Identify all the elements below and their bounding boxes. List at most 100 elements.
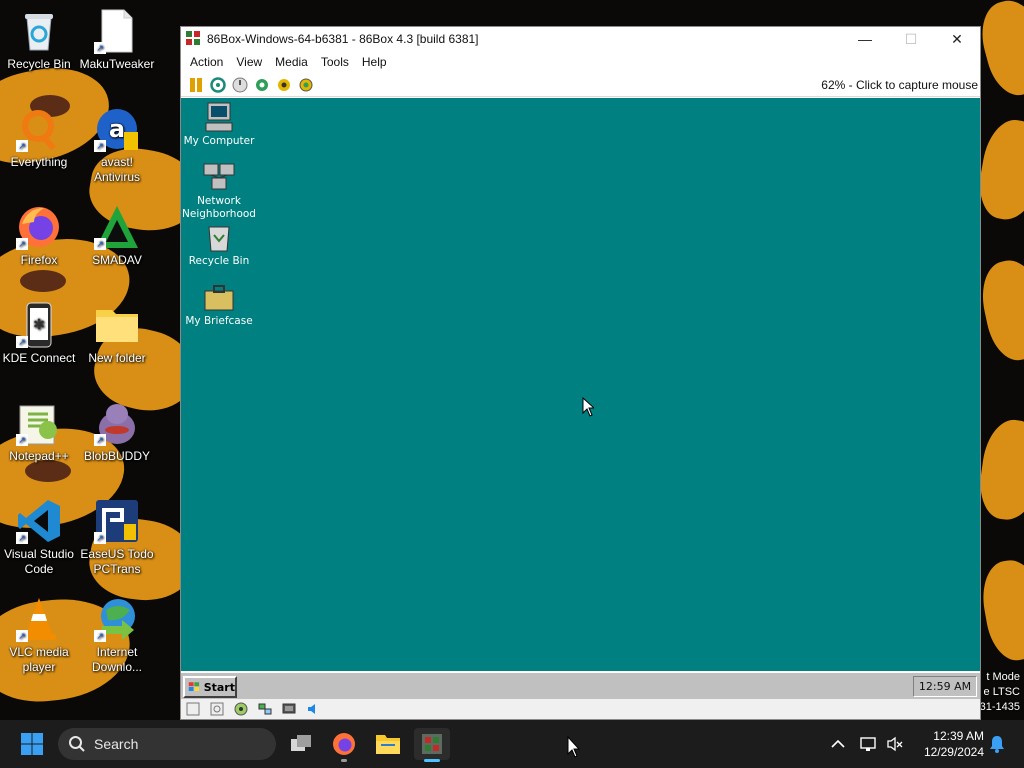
svg-text:a: a: [109, 115, 125, 143]
mouse-cursor-icon: [567, 736, 581, 758]
desktop-icon-label: VLC media player: [9, 645, 69, 674]
desktop-icon-notepad-plus-plus[interactable]: ↗ Notepad++: [0, 400, 78, 464]
win98-icon-network-neighborhood[interactable]: Network Neighborhood: [181, 161, 257, 221]
desktop-icon-recycle-bin[interactable]: Recycle Bin: [0, 8, 78, 72]
document-icon: ↗: [94, 8, 140, 54]
desktop-icon-label: Everything: [10, 155, 68, 169]
shortcut-arrow-icon: ↗: [94, 42, 106, 54]
win98-icon-label: Recycle Bin: [188, 255, 250, 267]
search-icon: [69, 736, 85, 752]
hard-disk-activity-icon[interactable]: [233, 702, 248, 717]
maximize-button: ☐: [888, 27, 934, 51]
desktop-icon-makutweaker[interactable]: ↗ MakuTweaker: [78, 8, 156, 72]
settings-button[interactable]: [297, 76, 314, 93]
taskbar-86box-button[interactable]: [414, 728, 450, 762]
start-label: Start: [203, 680, 235, 694]
cdrom-drive-icon[interactable]: [209, 702, 224, 717]
win98-icon-label: Network Neighborhood: [182, 195, 256, 220]
volume-muted-button[interactable]: [884, 728, 906, 760]
desktop-icon-firefox[interactable]: ↗ Firefox: [0, 204, 78, 268]
shortcut-arrow-icon: ↗: [16, 140, 28, 152]
menu-view[interactable]: View: [231, 55, 267, 69]
notepad-plus-plus-icon: ↗: [16, 400, 62, 446]
network-tray-button[interactable]: [858, 728, 880, 760]
internet-download-manager-icon: ↗: [94, 596, 140, 642]
blobbuddy-icon: ↗: [94, 400, 140, 446]
start-button[interactable]: [16, 728, 48, 760]
ctrl-alt-esc-button[interactable]: [275, 76, 292, 93]
desktop-icon-vlc[interactable]: ↗ VLC media player: [0, 596, 78, 675]
win98-icon-label: My Briefcase: [185, 315, 253, 327]
svg-text:✻: ✻: [33, 317, 45, 333]
desktop-icon-easeus[interactable]: ↗ EaseUS Todo PCTrans: [78, 498, 156, 577]
display-icon[interactable]: [281, 702, 296, 717]
briefcase-icon: [202, 281, 236, 313]
desktop-icon-label: EaseUS Todo PCTrans: [80, 547, 154, 576]
taskbar-search-box[interactable]: Search: [58, 728, 276, 760]
show-hidden-icons-button[interactable]: [826, 728, 850, 760]
shortcut-arrow-icon: ↗: [94, 140, 106, 152]
desktop-icon-label: MakuTweaker: [79, 57, 155, 71]
sound-icon[interactable]: [305, 702, 320, 717]
search-placeholder: Search: [94, 736, 139, 752]
watermark-line: 31-1435: [979, 701, 1020, 713]
desktop-icon-vscode[interactable]: ↗ Visual Studio Code: [0, 498, 78, 577]
keyboard-gear-icon: [255, 78, 268, 91]
taskbar-file-explorer-button[interactable]: [372, 728, 404, 760]
menu-bar: Action View Media Tools Help: [181, 51, 980, 73]
desktop-icon-label: KDE Connect: [2, 351, 76, 365]
shortcut-arrow-icon: ↗: [16, 630, 28, 642]
ctrl-alt-del-button[interactable]: [253, 76, 270, 93]
shortcut-arrow-icon: ↗: [16, 532, 28, 544]
task-view-icon: [291, 735, 311, 751]
menu-help[interactable]: Help: [357, 55, 392, 69]
windows-taskbar: Search 12:39 AM 12/29/2024: [0, 720, 1024, 768]
menu-action[interactable]: Action: [185, 55, 228, 69]
menu-media[interactable]: Media: [270, 55, 313, 69]
desktop-icon-everything[interactable]: ↗ Everything: [0, 106, 78, 170]
recycle-bin-icon: [202, 221, 236, 253]
desktop-icon-blobbuddy[interactable]: ↗ BlobBUDDY: [78, 400, 156, 464]
vscode-icon: ↗: [16, 498, 62, 544]
app-logo-icon: [185, 30, 201, 49]
win98-clock[interactable]: 12:59 AM: [913, 676, 977, 697]
network-icon[interactable]: [257, 702, 272, 717]
hard-reset-button[interactable]: [209, 76, 226, 93]
desktop-icon-label: Recycle Bin: [7, 57, 71, 71]
desktop-icon-avast[interactable]: a ↗ avast! Antivirus: [78, 106, 156, 185]
toolbar: 62% - Click to capture mouse: [181, 73, 980, 97]
shortcut-arrow-icon: ↗: [94, 532, 106, 544]
window-title-bar[interactable]: 86Box-Windows-64-b6381 - 86Box 4.3 [buil…: [181, 27, 980, 51]
volume-muted-icon: [887, 736, 903, 752]
emulated-screen[interactable]: My Computer Network Neighborhood Recycle…: [181, 98, 980, 671]
everything-search-icon: ↗: [16, 106, 62, 152]
win98-icon-my-briefcase[interactable]: My Briefcase: [181, 281, 257, 328]
close-button[interactable]: ✕: [934, 27, 980, 51]
desktop-icon-new-folder[interactable]: New folder: [78, 302, 156, 366]
desktop-icon-label: Notepad++: [9, 449, 69, 463]
pause-icon: [189, 77, 202, 92]
system-clock[interactable]: 12:39 AM 12/29/2024: [910, 728, 984, 760]
power-off-button[interactable]: [231, 76, 248, 93]
network-neighborhood-icon: [202, 161, 236, 193]
task-view-button[interactable]: [285, 728, 317, 760]
desktop-icon-kde-connect[interactable]: ✻ ↗ KDE Connect: [0, 302, 78, 366]
notifications-button[interactable]: [986, 728, 1008, 760]
clock-time: 12:39 AM: [933, 729, 984, 743]
win98-start-button[interactable]: Start: [183, 676, 237, 698]
win98-icon-my-computer[interactable]: My Computer: [181, 101, 257, 148]
desktop-icon-internet-download-manager[interactable]: ↗ Internet Downlo...: [78, 596, 156, 675]
my-computer-icon: [202, 101, 236, 133]
floppy-drive-icon[interactable]: [185, 702, 200, 717]
reset-icon: [209, 76, 226, 93]
capture-mouse-status[interactable]: 62% - Click to capture mouse: [821, 78, 978, 92]
shortcut-arrow-icon: ↗: [94, 630, 106, 642]
win98-icon-recycle-bin[interactable]: Recycle Bin: [181, 221, 257, 268]
menu-tools[interactable]: Tools: [316, 55, 354, 69]
mouse-cursor-icon: [582, 397, 594, 417]
folder-icon: [94, 302, 140, 348]
pause-button[interactable]: [187, 76, 204, 93]
minimize-button[interactable]: —: [842, 27, 888, 51]
desktop-icon-smadav[interactable]: ↗ SMADAV: [78, 204, 156, 268]
taskbar-firefox-button[interactable]: [328, 728, 360, 762]
